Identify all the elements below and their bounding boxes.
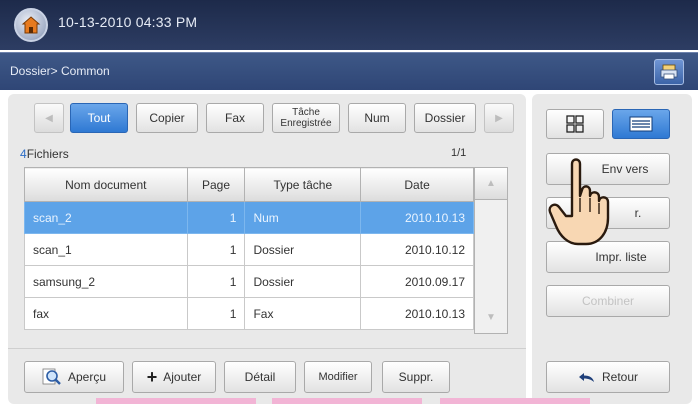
cell-date: 2010.10.13 [360,201,474,234]
breadcrumb-bar: Dossier> Common [0,52,698,90]
tabs-prev-button[interactable]: ◀ [34,103,64,133]
table-scrollbar[interactable]: ▲ ▼ [474,167,508,334]
grid-view-icon [566,115,584,133]
cell-type: Fax [244,297,362,330]
cell-type: Dossier [244,233,362,266]
arrow-left-icon: ◀ [45,112,53,124]
decorative-strip [96,398,256,404]
home-icon [21,16,41,34]
cell-date: 2010.10.13 [360,297,474,330]
add-button[interactable]: + Ajouter [132,361,216,393]
plus-icon: + [146,366,158,387]
cell-pages: 1 [186,297,246,330]
preview-button[interactable]: Aperçu [24,361,124,393]
column-header-page[interactable]: Page [186,167,246,202]
cell-date: 2010.10.12 [360,233,474,266]
back-button[interactable]: Retour [546,361,670,393]
cell-pages: 1 [186,233,246,266]
table-row[interactable]: scan_2 1 Num 2010.10.13 [24,201,474,234]
decorative-strip [272,398,422,404]
tab-dossier[interactable]: Dossier [414,103,476,133]
cell-type: Num [244,201,362,234]
combine-button[interactable]: Combiner [546,285,670,317]
tab-copier[interactable]: Copier [136,103,198,133]
arrow-down-icon: ▼ [486,311,496,323]
grid-view-button[interactable] [546,109,604,139]
list-view-icon [629,116,653,132]
job-status-button[interactable] [654,59,684,85]
cell-name: scan_2 [24,201,188,234]
table-row[interactable]: scan_1 1 Dossier 2010.10.12 [24,233,474,266]
cell-date: 2010.09.17 [360,265,474,298]
column-header-name[interactable]: Nom document [24,167,188,202]
tab-tache-enregistree[interactable]: Tâche Enregistrée [272,103,340,133]
page-indicator: 1/1 [451,147,467,159]
cell-pages: 1 [186,265,246,298]
table-row[interactable]: samsung_2 1 Dossier 2010.09.17 [24,265,474,298]
tabs-next-button[interactable]: ▶ [484,103,514,133]
pointing-hand-icon [548,158,610,246]
home-button[interactable] [14,8,48,42]
top-bar: 10-13-2010 04:33 PM [0,0,698,50]
column-header-date[interactable]: Date [360,167,474,202]
detail-button[interactable]: Détail [224,361,296,393]
job-status-icon [660,64,678,80]
cell-name: samsung_2 [24,265,188,298]
tab-tout[interactable]: Tout [70,103,128,133]
divider [8,348,526,349]
scroll-up-button[interactable]: ▲ [475,168,507,200]
undo-arrow-icon [578,370,596,384]
modify-button[interactable]: Modifier [304,361,372,393]
cell-name: scan_1 [24,233,188,266]
cell-pages: 1 [186,201,246,234]
column-header-type[interactable]: Type tâche [244,167,362,202]
datetime-display: 10-13-2010 04:33 PM [58,14,198,30]
delete-button[interactable]: Suppr. [382,361,450,393]
file-count: 4Fichiers [20,147,69,161]
breadcrumb: Dossier> Common [10,64,110,78]
tab-fax[interactable]: Fax [206,103,264,133]
cell-name: fax [24,297,188,330]
cell-type: Dossier [244,265,362,298]
table-header-row: Nom document Page Type tâche Date [24,167,474,202]
table-row[interactable]: fax 1 Fax 2010.10.13 [24,297,474,330]
scroll-down-button[interactable]: ▼ [475,301,507,333]
arrow-right-icon: ▶ [495,112,503,124]
arrow-up-icon: ▲ [486,178,496,189]
list-view-button[interactable] [612,109,670,139]
tab-num[interactable]: Num [348,103,406,133]
magnifier-icon [42,368,62,386]
document-table: Nom document Page Type tâche Date scan_2… [24,167,474,330]
decorative-strip [440,398,590,404]
